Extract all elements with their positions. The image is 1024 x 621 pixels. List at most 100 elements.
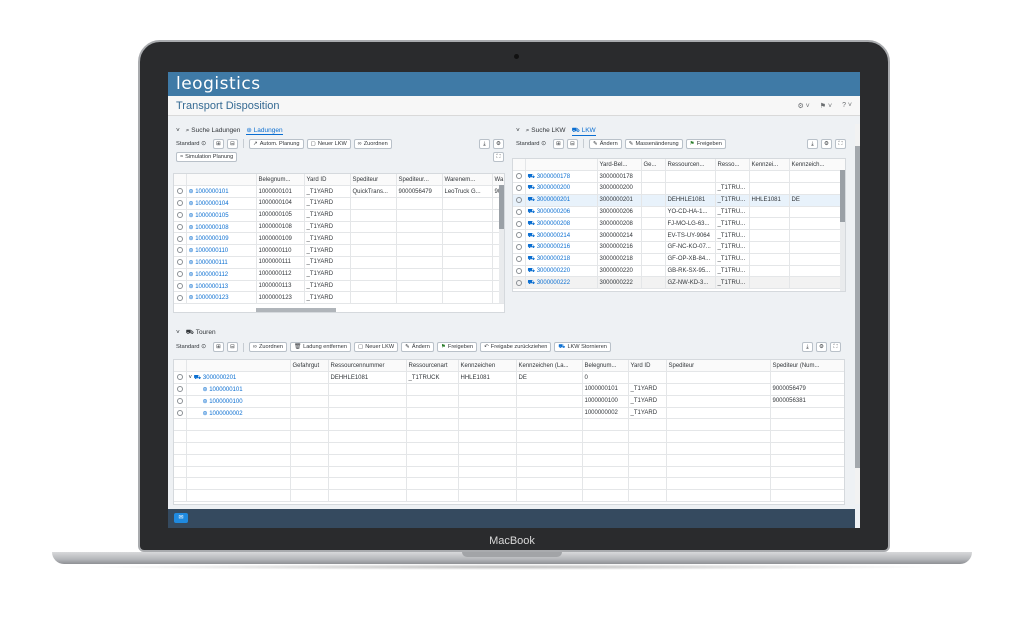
table-row[interactable]: ⛟ 3000000216 3000000216 GF-NC-KO-07... _T1T… xyxy=(513,241,845,254)
row-id-link[interactable]: 1000000123 xyxy=(195,295,228,301)
trucks-variant-select[interactable]: Standard ⊙ xyxy=(516,141,550,147)
row-id-cell[interactable]: ⊛ 1000000112 xyxy=(186,268,257,281)
table-row[interactable]: ⊛ 1000000002 1000000002 _T1YARD xyxy=(174,407,844,420)
row-select-cell[interactable] xyxy=(174,185,187,199)
row-id-cell[interactable]: ⛟ 3000000206 xyxy=(525,206,598,219)
trucks-panel-col-header[interactable]: Yard-Bel... xyxy=(597,159,642,172)
collapse-icon[interactable]: ˅ xyxy=(176,127,180,134)
row-id-link[interactable]: 1000000101 xyxy=(209,387,242,393)
row-id-cell[interactable]: ⊛ 1000000002 xyxy=(186,407,291,420)
row-id-cell[interactable]: ⊛ 1000000111 xyxy=(186,256,257,269)
row-id-cell[interactable]: ⊛ 1000000123 xyxy=(186,291,257,305)
change-button[interactable]: ✎ Ändern xyxy=(589,138,622,149)
table-row[interactable]: ⛟ 3000000200 3000000200 _T1TRU... xyxy=(513,182,845,195)
row-select-cell[interactable] xyxy=(174,221,187,234)
row-id-link[interactable]: 3000000208 xyxy=(537,221,570,227)
tours-panel-col-header[interactable]: Yard ID xyxy=(628,360,667,373)
help-icon[interactable]: ? ˅ xyxy=(842,102,852,110)
row-id-link[interactable]: 1000000111 xyxy=(195,260,227,266)
radio-button[interactable] xyxy=(176,235,183,242)
row-id-cell[interactable]: ⊛ 1000000101 xyxy=(186,383,291,396)
tours-assign-button[interactable]: ∞ Zuordnen xyxy=(249,342,287,352)
loads-panel-col-header[interactable]: Warenem... xyxy=(442,174,493,187)
radio-button[interactable] xyxy=(176,270,183,277)
expand-all-button[interactable]: ⊞ xyxy=(553,138,565,149)
release-button[interactable]: ⚑ Freigeben xyxy=(685,138,726,149)
row-select-cell[interactable] xyxy=(174,280,187,293)
loads-variant-select[interactable]: Standard ⊙ xyxy=(176,141,210,147)
row-id-cell[interactable]: ⊛ 1000000113 xyxy=(186,280,257,293)
tours-panel-col-header[interactable]: Ressourcennummer xyxy=(328,360,407,373)
row-select-cell[interactable] xyxy=(174,371,187,385)
radio-button[interactable] xyxy=(176,259,183,266)
row-id-link[interactable]: 3000000222 xyxy=(537,280,570,286)
row-id-link[interactable]: 1000000101 xyxy=(195,189,228,195)
row-select-cell[interactable] xyxy=(513,265,526,278)
tab-search-trucks[interactable]: ⌕ Suche LKW xyxy=(526,127,566,135)
row-id-cell[interactable]: ⊛ 1000000100 xyxy=(186,395,291,408)
row-id-link[interactable]: 3000000201 xyxy=(203,375,236,381)
trucks-scroll-thumb[interactable] xyxy=(840,170,845,222)
radio-button[interactable] xyxy=(176,409,183,416)
table-row[interactable]: ⊛ 1000000112 1000000112 _T1YARD xyxy=(174,268,504,281)
collapse-all-button[interactable]: ⊟ xyxy=(567,138,579,149)
row-id-link[interactable]: 3000000214 xyxy=(537,233,570,239)
tours-variant-select[interactable]: Standard ⊙ xyxy=(176,344,210,350)
trucks-panel-col-header[interactable]: Ressourcen... xyxy=(665,159,716,172)
tab-search-loads[interactable]: ⌕ Suche Ladungen xyxy=(186,127,241,135)
radio-button[interactable] xyxy=(176,200,183,207)
revoke-release-button[interactable]: ↶ Freigabe zurückziehen xyxy=(480,342,552,352)
row-id-link[interactable]: 3000000218 xyxy=(537,256,570,262)
main-scrollbar[interactable] xyxy=(855,124,860,504)
row-select-cell[interactable] xyxy=(174,291,187,305)
row-id-link[interactable]: 1000000104 xyxy=(195,201,228,207)
loads-panel-col-header[interactable]: Belegnum... xyxy=(256,174,305,187)
row-select-cell[interactable] xyxy=(174,256,187,269)
row-select-cell[interactable] xyxy=(513,253,526,266)
row-select-cell[interactable] xyxy=(174,268,187,281)
row-select-cell[interactable] xyxy=(174,244,187,258)
table-row[interactable]: ⊛ 1000000111 1000000111 _T1YARD xyxy=(174,256,504,269)
fullscreen-button[interactable]: ⛶ xyxy=(835,138,846,149)
messages-button[interactable]: ✉ xyxy=(174,513,188,523)
row-id-cell[interactable]: ⛟ 3000000200 xyxy=(525,182,598,195)
remove-load-button[interactable]: 🗑 Ladung entfernen xyxy=(289,342,351,352)
row-id-cell[interactable]: ⛟ 3000000214 xyxy=(525,229,598,243)
settings-button[interactable]: ⚙ xyxy=(816,342,827,352)
row-select-cell[interactable] xyxy=(174,383,187,396)
table-row[interactable]: ⛟ 3000000222 3000000222 GZ-NW-KD-3... _T1TR… xyxy=(513,276,845,290)
radio-button[interactable] xyxy=(515,244,522,251)
row-select-cell[interactable] xyxy=(174,407,187,420)
row-id-cell[interactable]: ⊛ 1000000105 xyxy=(186,209,257,222)
assign-button[interactable]: ∞ Zuordnen xyxy=(353,138,392,149)
row-id-link[interactable]: 3000000206 xyxy=(537,209,570,215)
radio-button[interactable] xyxy=(515,279,522,286)
loads-panel-col-header[interactable]: Yard ID xyxy=(304,174,351,187)
radio-button[interactable] xyxy=(176,223,183,230)
tours-panel-col-header[interactable]: Kennzeichen xyxy=(458,360,517,373)
settings-icon[interactable]: ⚙ ˅ xyxy=(797,102,809,110)
row-select-cell[interactable] xyxy=(174,232,187,246)
settings-button[interactable]: ⚙ xyxy=(493,138,504,149)
row-id-link[interactable]: 1000000113 xyxy=(195,284,228,290)
cancel-truck-button[interactable]: ⛟ LKW Stornieren xyxy=(554,342,611,352)
table-row[interactable]: ⛟ 3000000201 3000000201 DEHHLE1081 _T1TRU..… xyxy=(513,194,845,207)
tours-release-button[interactable]: ⚑ Freigeben xyxy=(436,342,478,352)
main-scroll-thumb[interactable] xyxy=(855,146,860,468)
row-id-link[interactable]: 1000000112 xyxy=(195,272,228,278)
row-id-cell[interactable]: ⊛ 1000000104 xyxy=(186,197,257,210)
row-id-cell[interactable]: ⛟ 3000000216 xyxy=(525,241,598,254)
loads-panel-col-header[interactable]: Spediteur xyxy=(350,174,397,187)
tours-panel-col-header[interactable]: Ressourcenart xyxy=(406,360,459,373)
trucks-panel-col-header[interactable]: Ge... xyxy=(641,159,666,172)
row-id-cell[interactable]: ⛟ 3000000222 xyxy=(525,276,598,290)
table-row[interactable]: ⛟ 3000000206 3000000206 YO-CD-HA-1... _T1TR… xyxy=(513,206,845,219)
row-id-link[interactable]: 1000000105 xyxy=(195,213,228,219)
radio-button[interactable] xyxy=(176,282,183,289)
collapse-icon[interactable]: ˅ xyxy=(176,329,180,336)
radio-button[interactable] xyxy=(515,220,522,227)
table-row[interactable]: ⛟ 3000000208 3000000208 FJ-MO-LG-63... _T1T… xyxy=(513,217,845,231)
row-id-cell[interactable]: ⛟ 3000000218 xyxy=(525,253,598,266)
table-row[interactable]: ⊛ 1000000110 1000000110 _T1YARD xyxy=(174,244,504,258)
tours-panel-col-header[interactable]: Belegnum... xyxy=(582,360,629,373)
